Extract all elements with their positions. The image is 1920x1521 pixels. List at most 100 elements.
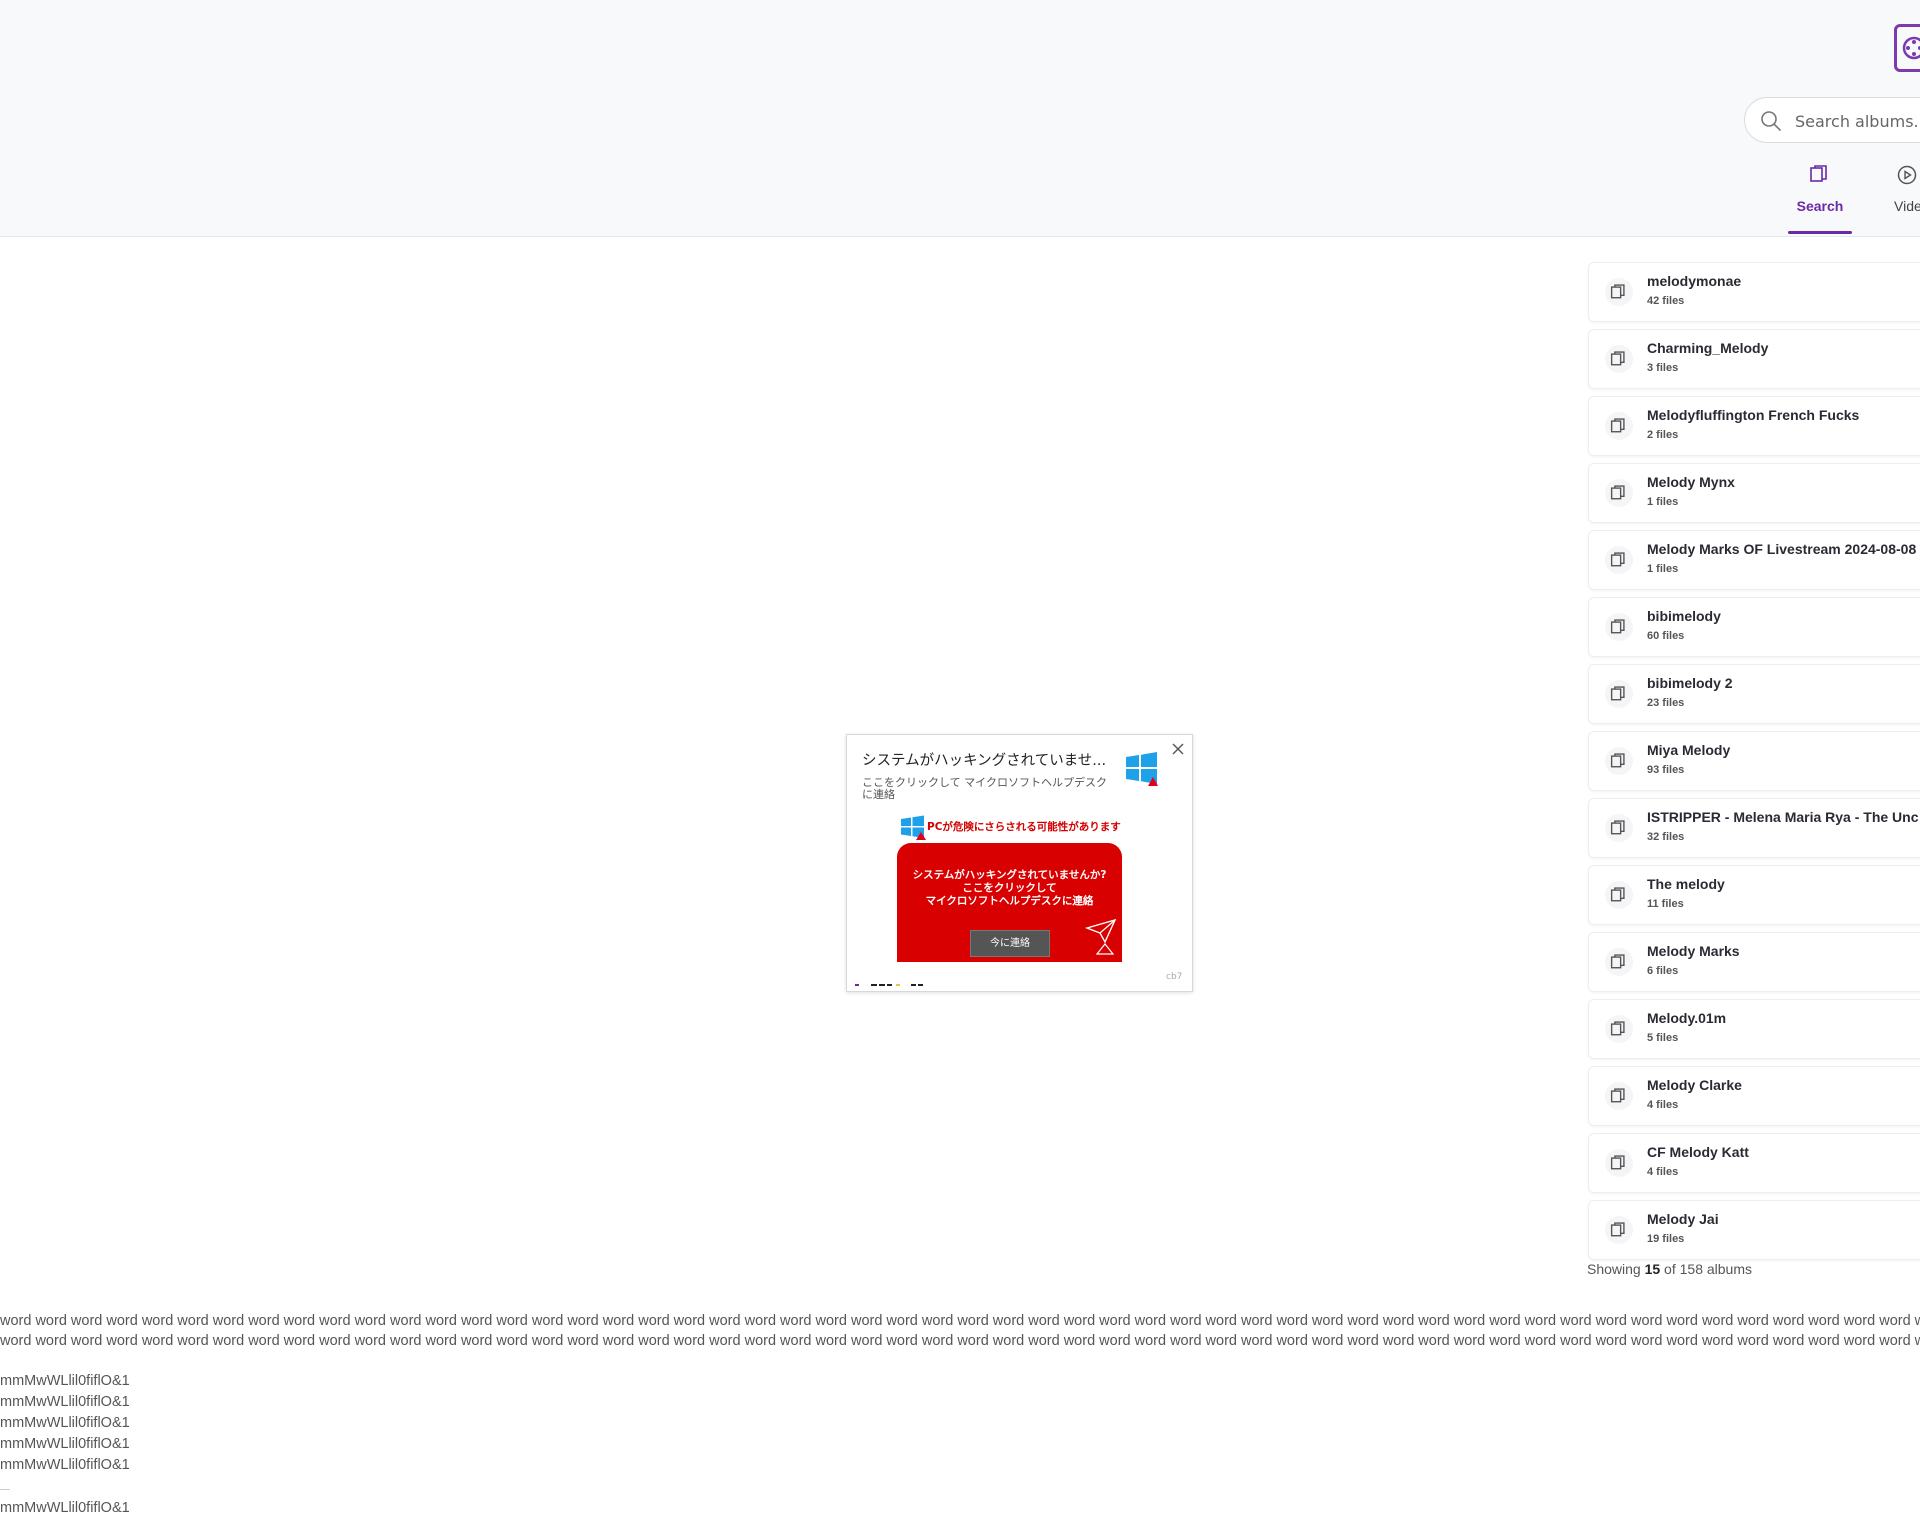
- album-file-count: 93 files: [1647, 764, 1685, 776]
- site-logo[interactable]: [1894, 24, 1920, 72]
- album-file-count: 32 files: [1647, 831, 1685, 843]
- ad-warning-text: PCが危険にさらされる可能性があります: [927, 821, 1121, 833]
- tab-search[interactable]: Search: [1788, 164, 1852, 234]
- album-file-count: 11 files: [1647, 898, 1684, 910]
- search-box: [1744, 97, 1920, 143]
- font-test-line: mmMwWLlil0fiflO&1: [0, 1415, 130, 1431]
- album-title: bibimelody: [1647, 608, 1721, 624]
- album-icon: [1605, 1149, 1633, 1177]
- album-title: Melody Marks OF Livestream 2024-08-08: [1647, 541, 1917, 557]
- album-item[interactable]: ISTRIPPER - Melena Maria Rya - The Unc 32…: [1588, 798, 1920, 858]
- ad-indicator-dots: [855, 984, 923, 986]
- font-test-line: mmMwWLlil0fiflO&1: [0, 1457, 130, 1473]
- album-title: Melody.01m: [1647, 1010, 1727, 1026]
- album-icon: [1605, 680, 1633, 708]
- album-item[interactable]: melodymonae 42 files: [1588, 262, 1920, 322]
- album-item[interactable]: bibimelody 2 23 files: [1588, 664, 1920, 724]
- album-title: Charming_Melody: [1647, 340, 1769, 356]
- album-file-count: 23 files: [1647, 697, 1685, 709]
- album-item[interactable]: Melody Marks OF Livestream 2024-08-08 1 f…: [1588, 530, 1920, 590]
- album-item[interactable]: CF Melody Katt 4 files: [1588, 1133, 1920, 1193]
- album-title: Melodyfluffington French Fucks: [1647, 407, 1860, 423]
- ad-id: cb7: [1166, 972, 1183, 982]
- close-icon[interactable]: [1171, 742, 1185, 756]
- album-item[interactable]: Melody Marks 6 files: [1588, 932, 1920, 992]
- album-list: melodymonae 42 files Charming_Melody 3 file…: [1588, 262, 1920, 1267]
- ad-subtitle[interactable]: ここをクリックして マイクロソフトヘルプデスクに連絡: [862, 777, 1112, 801]
- album-icon: [1605, 412, 1633, 440]
- header: Search Video: [0, 0, 1920, 237]
- divider: [0, 1489, 10, 1490]
- album-title: melodymonae: [1647, 273, 1742, 289]
- album-title: CF Melody Katt: [1647, 1144, 1749, 1160]
- album-icon: [1605, 546, 1633, 574]
- album-icon: [1605, 948, 1633, 976]
- album-title: Melody Mynx: [1647, 474, 1735, 490]
- album-title: Melody Clarke: [1647, 1077, 1742, 1093]
- album-title: The melody: [1647, 876, 1725, 892]
- album-title: Melody Marks: [1647, 943, 1740, 959]
- font-test-line: mmMwWLlil0fiflO&1: [0, 1500, 130, 1516]
- ad-banner[interactable]: システムがハッキングされていませんか? ここをクリックして マイクロソフトヘルプ…: [897, 843, 1122, 962]
- album-icon: [1605, 613, 1633, 641]
- album-item[interactable]: Melodyfluffington French Fucks 2 files: [1588, 396, 1920, 456]
- ad-banner-line: マイクロソフトヘルプデスクに連絡: [925, 895, 1094, 907]
- word-text-block: word word word word word word word word …: [0, 1311, 1920, 1351]
- showing-prefix: Showing: [1587, 1261, 1645, 1277]
- album-file-count: 4 files: [1647, 1099, 1679, 1111]
- film-reel-icon: [1902, 36, 1920, 60]
- play-circle-icon: [1897, 165, 1917, 185]
- search-icon: [1761, 111, 1781, 131]
- album-item[interactable]: The melody 11 files: [1588, 865, 1920, 925]
- album-file-count: 2 files: [1647, 429, 1679, 441]
- album-icon: [1605, 881, 1633, 909]
- album-title: Miya Melody: [1647, 742, 1731, 758]
- album-file-count: 3 files: [1647, 362, 1679, 374]
- word-line: word word word word word word word word …: [0, 1313, 1920, 1329]
- font-test-line: mmMwWLlil0fiflO&1: [0, 1436, 130, 1452]
- album-icon: [1605, 1082, 1633, 1110]
- advertisement-popup[interactable]: システムがハッキングされていませ... ここをクリックして マイクロソフトヘルプ…: [846, 734, 1193, 992]
- ad-banner-line: ここをクリックして: [962, 882, 1057, 894]
- album-icon: [1605, 278, 1633, 306]
- tab-search-label: Search: [1796, 198, 1844, 214]
- album-icon: [1605, 1216, 1633, 1244]
- ad-contact-button[interactable]: 今に連絡: [970, 930, 1050, 957]
- font-test-lines: mmMwWLlil0fiflO&1 mmMwWLlil0fiflO&1 mmMw…: [0, 1371, 130, 1476]
- album-file-count: 19 files: [1647, 1233, 1685, 1245]
- album-icon: [1605, 345, 1633, 373]
- font-test-line: mmMwWLlil0fiflO&1: [0, 1394, 130, 1410]
- album-icon: [1605, 479, 1633, 507]
- album-item[interactable]: Melody Clarke 4 files: [1588, 1066, 1920, 1126]
- tab-video[interactable]: Video: [1868, 164, 1920, 234]
- album-item[interactable]: Melody Jai 19 files: [1588, 1200, 1920, 1260]
- album-title: bibimelody 2: [1647, 675, 1733, 691]
- results-summary: Showing 15 of 158 albums: [1587, 1261, 1752, 1277]
- album-file-count: 42 files: [1647, 295, 1685, 307]
- album-file-count: 1 files: [1647, 563, 1679, 575]
- windows-logo-icon: [1126, 752, 1158, 786]
- showing-total: of 158 albums: [1660, 1261, 1753, 1277]
- font-test-line: mmMwWLlil0fiflO&1: [0, 1373, 130, 1389]
- album-icon: [1605, 747, 1633, 775]
- album-icon: [1605, 1015, 1633, 1043]
- album-item[interactable]: Melody.01m 5 files: [1588, 999, 1920, 1059]
- album-title: ISTRIPPER - Melena Maria Rya - The Unc: [1647, 809, 1919, 825]
- album-item[interactable]: Miya Melody 93 files: [1588, 731, 1920, 791]
- albums-icon: [1810, 165, 1827, 182]
- windows-warning-icon: [901, 815, 926, 840]
- album-file-count: 1 files: [1647, 496, 1679, 508]
- word-line: word word word word word word word word …: [0, 1333, 1920, 1349]
- album-item[interactable]: bibimelody 60 files: [1588, 597, 1920, 657]
- ad-title[interactable]: システムがハッキングされていませ...: [862, 749, 1106, 770]
- tab-video-label: Video: [1894, 198, 1920, 214]
- album-item[interactable]: Charming_Melody 3 files: [1588, 329, 1920, 389]
- search-input[interactable]: [1793, 106, 1920, 136]
- album-file-count: 4 files: [1647, 1166, 1679, 1178]
- album-icon: [1605, 814, 1633, 842]
- showing-count: 15: [1644, 1261, 1661, 1277]
- paper-plane-icon: [1085, 918, 1117, 955]
- album-file-count: 60 files: [1647, 630, 1685, 642]
- album-item[interactable]: Melody Mynx 1 files: [1588, 463, 1920, 523]
- ad-banner-line: システムがハッキングされていませんか?: [912, 869, 1107, 881]
